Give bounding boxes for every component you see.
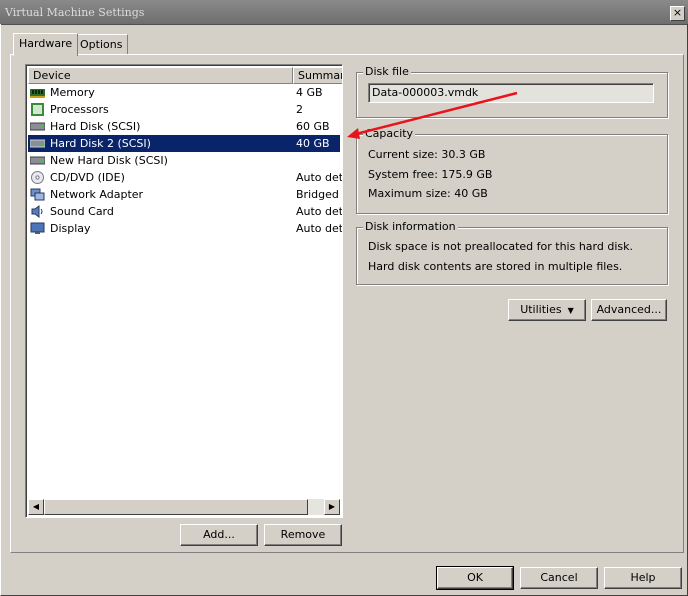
- device-row-hard-disk[interactable]: Hard Disk (SCSI) 60 GB: [28, 118, 340, 135]
- device-name: Hard Disk (SCSI): [50, 120, 141, 133]
- device-name: New Hard Disk (SCSI): [50, 154, 168, 167]
- tab-hardware[interactable]: Hardware: [13, 33, 79, 56]
- hard-disk-icon: [30, 156, 45, 165]
- close-button[interactable]: ×: [670, 6, 685, 21]
- maximum-size-text: Maximum size: 40 GB: [368, 187, 488, 200]
- disk-info-line-1: Disk space is not preallocated for this …: [368, 240, 633, 253]
- device-row-memory[interactable]: Memory 4 GB: [28, 84, 340, 101]
- device-summary: 40 GB: [296, 137, 330, 150]
- device-summary: Auto det: [296, 222, 343, 235]
- utilities-label: Utilities: [520, 303, 562, 316]
- add-button[interactable]: Add...: [180, 524, 258, 546]
- device-row-cd-dvd[interactable]: CD/DVD (IDE) Auto det: [28, 169, 343, 186]
- help-button[interactable]: Help: [604, 567, 682, 589]
- device-row-new-hard-disk[interactable]: New Hard Disk (SCSI): [28, 152, 340, 169]
- column-header-summary[interactable]: Summary: [293, 67, 342, 84]
- hard-disk-icon: [30, 122, 45, 131]
- title-bar: Virtual Machine Settings ×: [0, 0, 688, 25]
- cancel-button[interactable]: Cancel: [520, 567, 598, 589]
- device-name: Processors: [50, 103, 109, 116]
- device-name: CD/DVD (IDE): [50, 171, 125, 184]
- current-size-text: Current size: 30.3 GB: [368, 148, 486, 161]
- device-list[interactable]: Device Summary Memory 4 GB Processors 2 …: [25, 64, 343, 518]
- scrollbar-thumb[interactable]: [44, 499, 308, 515]
- device-summary: 2: [296, 103, 303, 116]
- disk-information-group: Disk information: [356, 220, 668, 285]
- device-row-processors[interactable]: Processors 2: [28, 101, 340, 118]
- display-icon: [30, 222, 45, 234]
- disk-file-legend: Disk file: [363, 65, 411, 78]
- device-row-sound-card[interactable]: Sound Card Auto det: [28, 203, 343, 220]
- processor-icon: [31, 103, 44, 116]
- cd-dvd-icon: [31, 171, 44, 184]
- disk-information-legend: Disk information: [363, 220, 458, 233]
- device-summary: Bridged: [296, 188, 339, 201]
- column-header-device[interactable]: Device: [28, 67, 293, 84]
- network-adapter-icon: [30, 188, 45, 201]
- tab-options[interactable]: Options: [74, 34, 129, 55]
- scroll-right-icon[interactable]: ▶: [324, 499, 340, 515]
- device-name: Display: [50, 222, 91, 235]
- disk-info-line-2: Hard disk contents are stored in multipl…: [368, 260, 623, 273]
- system-free-text: System free: 175.9 GB: [368, 168, 493, 181]
- ok-button[interactable]: OK: [436, 566, 514, 590]
- memory-icon: [30, 89, 45, 98]
- device-row-hard-disk-2[interactable]: Hard Disk 2 (SCSI) 40 GB: [28, 135, 340, 152]
- device-name: Hard Disk 2 (SCSI): [50, 137, 151, 150]
- device-name: Memory: [50, 86, 95, 99]
- device-name: Network Adapter: [50, 188, 144, 201]
- horizontal-scrollbar[interactable]: ◀ ▶: [28, 499, 340, 515]
- device-summary: Auto det: [296, 205, 343, 218]
- scroll-left-icon[interactable]: ◀: [28, 499, 44, 515]
- sound-card-icon: [31, 205, 43, 218]
- device-row-network-adapter[interactable]: Network Adapter Bridged: [28, 186, 340, 203]
- window-title: Virtual Machine Settings: [5, 6, 145, 19]
- device-name: Sound Card: [50, 205, 114, 218]
- utilities-button[interactable]: Utilities ▼: [508, 299, 586, 321]
- device-summary: 4 GB: [296, 86, 323, 99]
- capacity-legend: Capacity: [363, 127, 416, 140]
- device-summary: Auto det: [296, 171, 343, 184]
- hard-disk-icon: [30, 139, 45, 148]
- advanced-button[interactable]: Advanced...: [591, 299, 667, 321]
- device-summary: 60 GB: [296, 120, 330, 133]
- chevron-down-icon: ▼: [565, 306, 574, 315]
- remove-button[interactable]: Remove: [264, 524, 342, 546]
- device-row-display[interactable]: Display Auto det: [28, 220, 343, 237]
- disk-file-field[interactable]: Data-000003.vmdk: [368, 83, 654, 103]
